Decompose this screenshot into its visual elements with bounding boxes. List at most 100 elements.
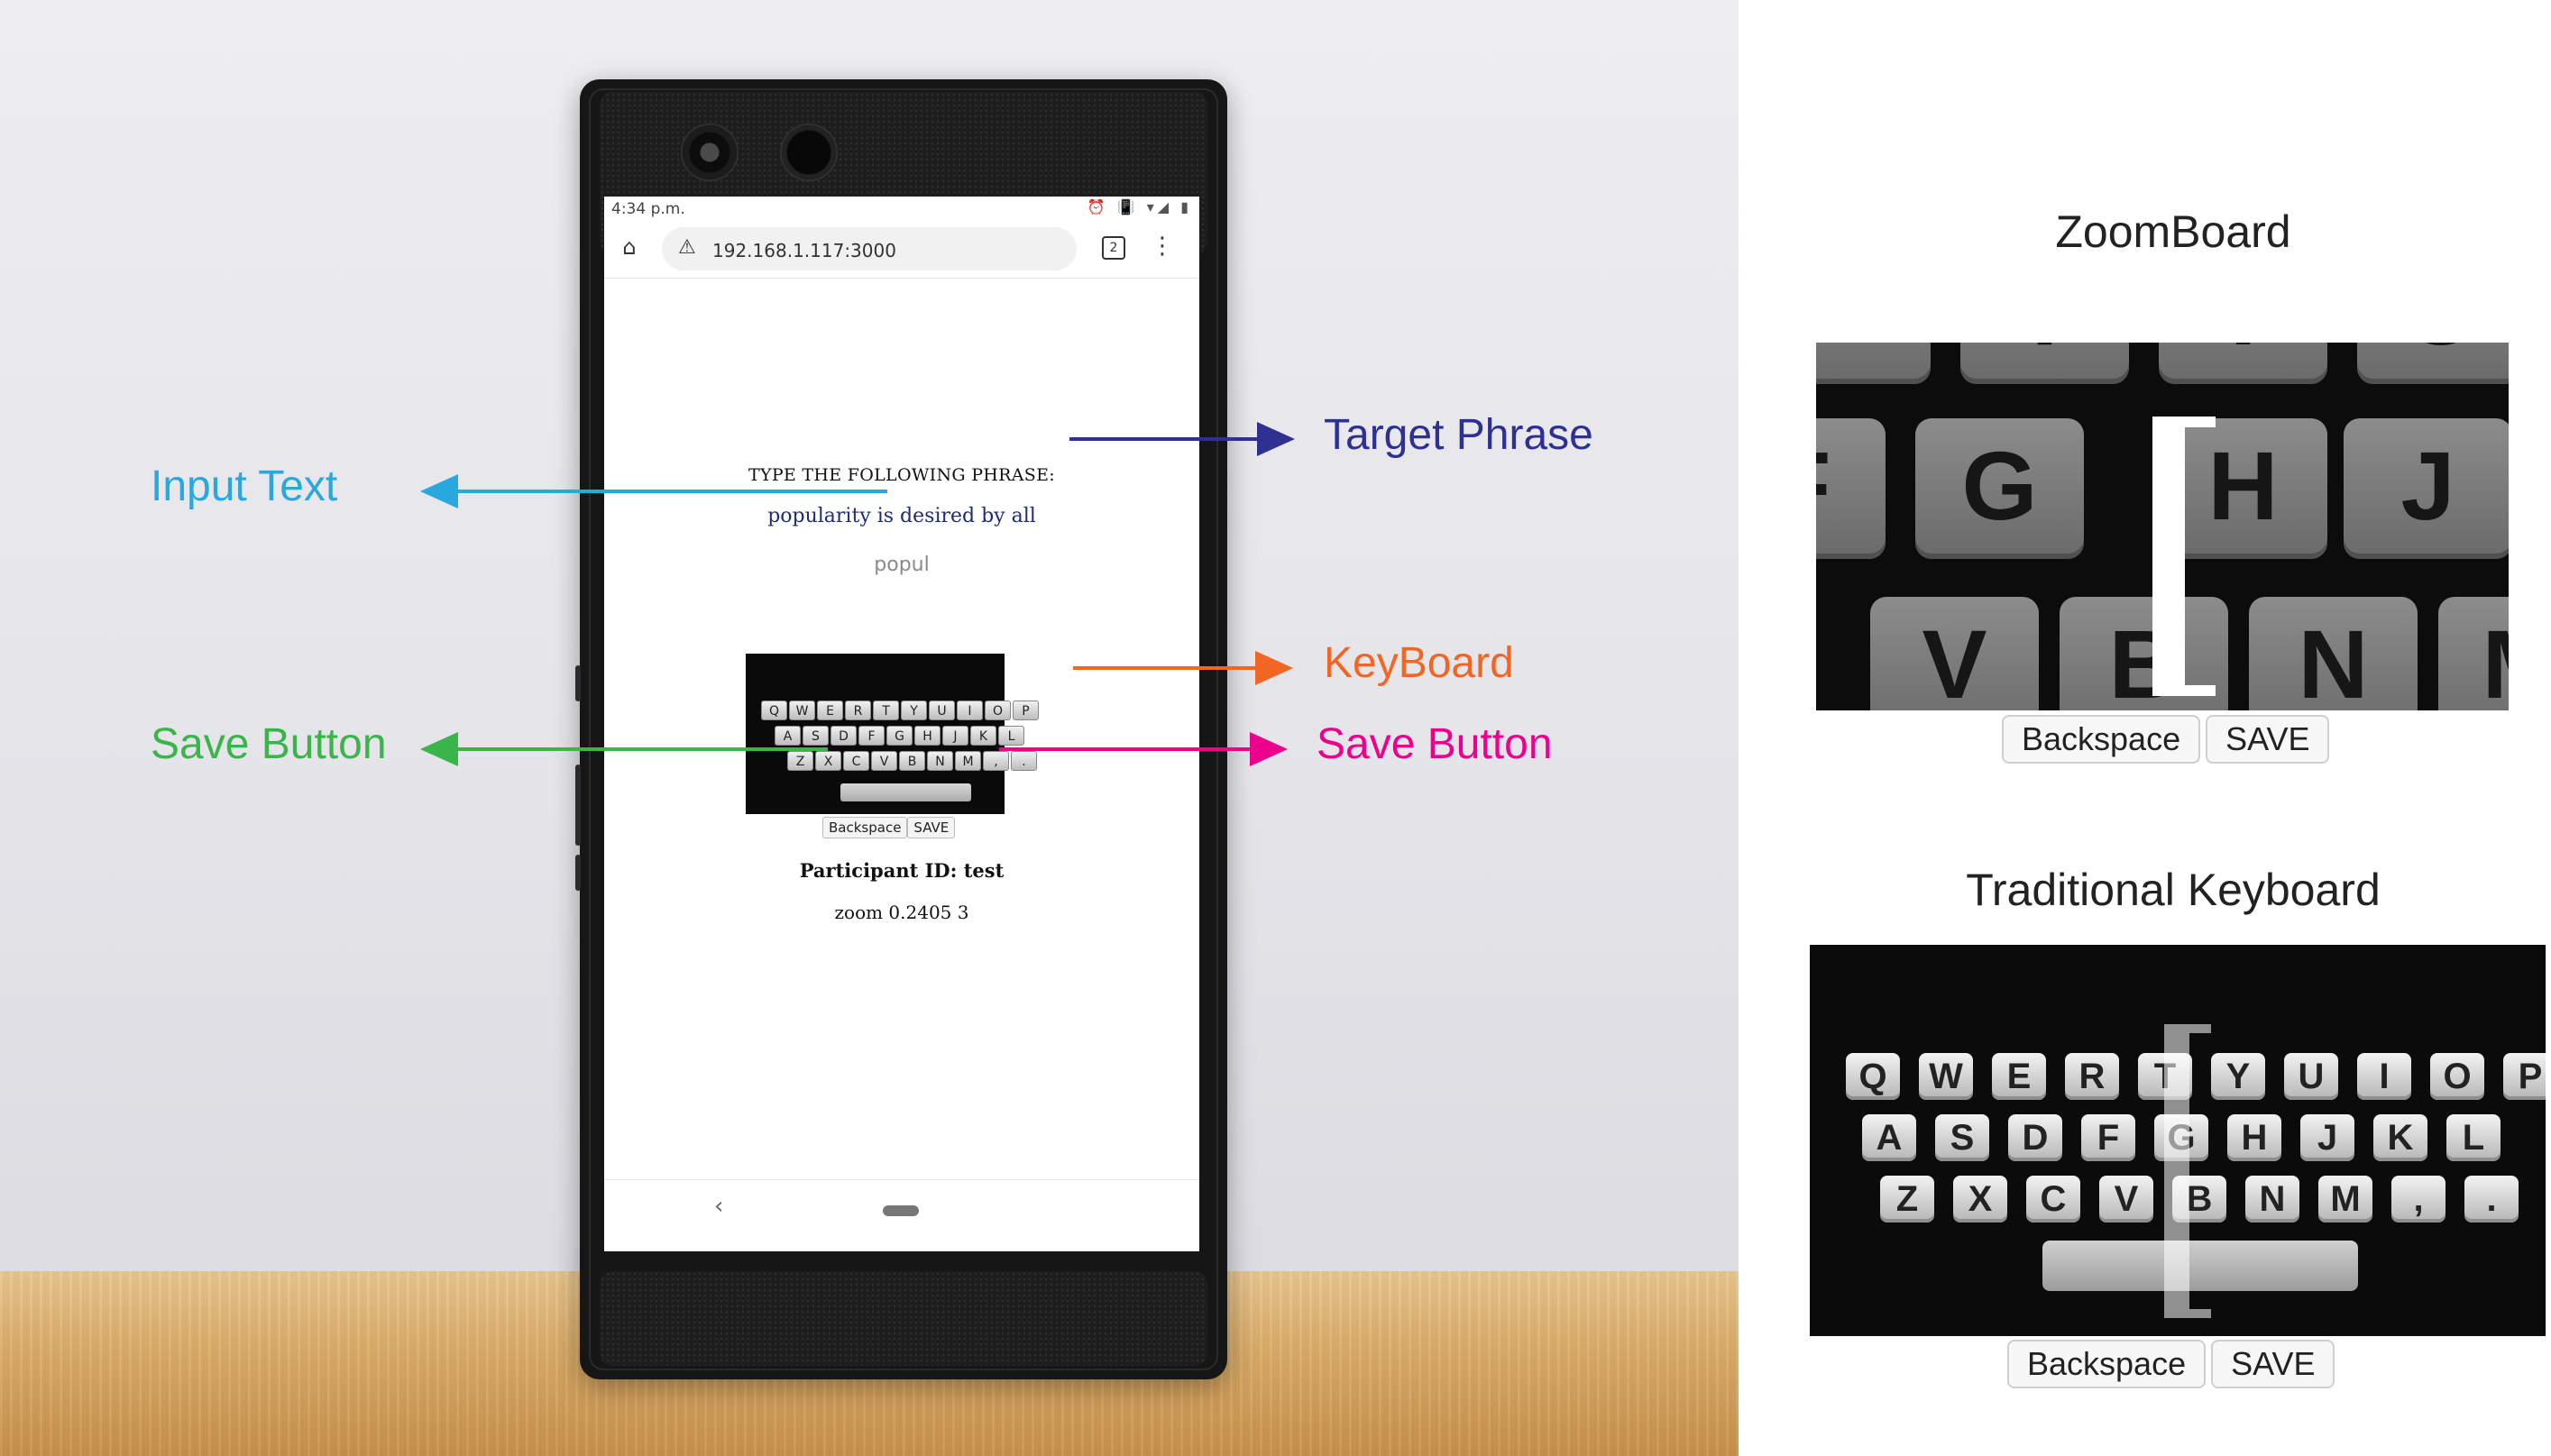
zoom-key[interactable]: M xyxy=(2438,597,2509,710)
keyboard-key[interactable]: W xyxy=(789,701,815,720)
space-key[interactable] xyxy=(840,783,971,801)
status-icons: ⏰ 📳 ▾◢ ▮ xyxy=(1087,198,1192,215)
zoom-key[interactable]: U xyxy=(2357,343,2509,384)
zoom-key[interactable]: Y xyxy=(2159,343,2327,384)
input-text-label: Input Text xyxy=(151,462,338,510)
keyboard-key[interactable]: G xyxy=(886,726,913,746)
zoom-key[interactable]: F xyxy=(1816,418,1886,559)
keyboard-key[interactable]: J xyxy=(942,726,968,746)
traditional-key[interactable]: , xyxy=(2391,1176,2445,1222)
save-button[interactable]: SAVE xyxy=(907,817,956,838)
browser-toolbar: ⌂ ⚠ 192.168.1.117:3000 2 ⋮ xyxy=(604,222,1199,279)
traditional-key[interactable]: J xyxy=(2300,1114,2354,1161)
side-button-lower xyxy=(575,855,581,891)
keyboard-key[interactable]: X xyxy=(815,751,841,771)
keyboard-key[interactable]: V xyxy=(871,751,897,771)
keyboard-key[interactable]: E xyxy=(817,701,843,720)
traditional-key[interactable]: N xyxy=(2245,1176,2299,1222)
keyboard-key[interactable]: K xyxy=(970,726,996,746)
traditional-key[interactable]: . xyxy=(2464,1176,2519,1222)
zoom-key[interactable]: T xyxy=(1960,343,2129,384)
keyboard-key[interactable]: H xyxy=(914,726,941,746)
save-button-right-label: Save Button xyxy=(1317,720,1553,768)
tabs-count-icon[interactable]: 2 xyxy=(1102,236,1125,260)
traditional-key[interactable]: Y xyxy=(2211,1053,2265,1100)
traditional-key[interactable]: D xyxy=(2008,1114,2062,1161)
zoom-key[interactable]: J xyxy=(2344,418,2509,559)
save-button-left-arrow xyxy=(454,747,828,751)
side-button xyxy=(575,665,581,701)
traditional-key[interactable]: F xyxy=(2081,1114,2135,1161)
keyboard-key[interactable]: B xyxy=(899,751,925,771)
zoom-key[interactable] xyxy=(1816,343,1931,384)
keyboard-row: ZXCVBNM,. xyxy=(787,751,1037,771)
zoomboard-keyboard[interactable]: T Y U F G H J V B N M xyxy=(1816,343,2509,710)
zoom-key[interactable]: G xyxy=(1915,418,2084,559)
traditional-key[interactable]: H xyxy=(2227,1114,2281,1161)
keyboard-key[interactable]: , xyxy=(983,751,1009,771)
keyboard-key[interactable]: Z xyxy=(787,751,813,771)
keyboard-key[interactable]: O xyxy=(985,701,1011,720)
input-text-arrow xyxy=(454,490,887,493)
traditional-key[interactable]: M xyxy=(2318,1176,2372,1222)
camera-lens-icon xyxy=(681,124,739,181)
target-phrase-arrowhead xyxy=(1257,422,1295,456)
keyboard-key[interactable]: . xyxy=(1011,751,1037,771)
traditional-key[interactable]: Q xyxy=(1846,1053,1900,1100)
traditional-key[interactable]: U xyxy=(2284,1053,2338,1100)
keyboard-key[interactable]: C xyxy=(843,751,869,771)
backspace-button[interactable]: Backspace xyxy=(822,817,908,838)
save-button-left-arrowhead xyxy=(420,732,458,766)
traditional-space-key[interactable] xyxy=(2042,1241,2358,1291)
traditional-key[interactable]: Z xyxy=(1880,1176,1934,1222)
keyboard-key[interactable]: M xyxy=(955,751,981,771)
traditional-key[interactable]: K xyxy=(2373,1114,2427,1161)
keyboard-key[interactable]: L xyxy=(998,726,1024,746)
zoom-key[interactable]: V xyxy=(1870,597,2039,710)
back-icon[interactable]: ‹ xyxy=(714,1193,723,1220)
keyboard-key[interactable]: P xyxy=(1013,701,1039,720)
zoomboard-backspace-button[interactable]: Backspace xyxy=(2002,715,2201,764)
traditional-save-button[interactable]: SAVE xyxy=(2211,1340,2335,1388)
keyboard-key[interactable]: S xyxy=(803,726,829,746)
keyboard-key[interactable]: F xyxy=(858,726,885,746)
onscreen-keyboard[interactable]: QWERTYUIOP ASDFGHJKL ZXCVBNM,. xyxy=(746,654,1039,814)
smartphone: 4:34 p.m. ⏰ 📳 ▾◢ ▮ ⌂ ⚠ 192.168.1.117:300… xyxy=(575,79,1227,1379)
traditional-buttons: Backspace SAVE xyxy=(2007,1340,2335,1388)
keyboard-key[interactable]: Y xyxy=(901,701,927,720)
typed-input-text[interactable]: popul xyxy=(604,554,1199,576)
address-bar[interactable]: ⚠ 192.168.1.117:3000 xyxy=(662,227,1077,270)
traditional-key[interactable]: P xyxy=(2503,1053,2546,1100)
traditional-key[interactable]: A xyxy=(1862,1114,1916,1161)
traditional-key[interactable]: L xyxy=(2446,1114,2501,1161)
keyboard-key[interactable]: Q xyxy=(761,701,787,720)
zoomboard-buttons: Backspace SAVE xyxy=(2002,715,2330,764)
traditional-key[interactable]: W xyxy=(1919,1053,1973,1100)
traditional-key[interactable]: I xyxy=(2357,1053,2411,1100)
traditional-key[interactable]: O xyxy=(2430,1053,2484,1100)
keyboard-key[interactable]: N xyxy=(927,751,953,771)
home-icon[interactable]: ⌂ xyxy=(617,234,642,260)
traditional-backspace-button[interactable]: Backspace xyxy=(2007,1340,2207,1388)
keyboard-key[interactable]: D xyxy=(830,726,857,746)
keyboard-key[interactable]: A xyxy=(775,726,801,746)
keyboard-key[interactable]: T xyxy=(873,701,899,720)
keyboard-key[interactable]: U xyxy=(929,701,955,720)
traditional-key[interactable]: R xyxy=(2065,1053,2119,1100)
home-pill-icon[interactable] xyxy=(883,1205,919,1216)
traditional-key[interactable]: V xyxy=(2099,1176,2153,1222)
phone-screen: 4:34 p.m. ⏰ 📳 ▾◢ ▮ ⌂ ⚠ 192.168.1.117:300… xyxy=(604,197,1199,1251)
zoom-cursor-bracket-top xyxy=(2185,417,2216,427)
keyboard-arrowhead xyxy=(1255,651,1293,685)
overflow-menu-icon[interactable]: ⋮ xyxy=(1151,233,1174,260)
traditional-keyboard[interactable]: QWERTYUIOPASDFGHJKLZXCVBNM,. xyxy=(1810,945,2546,1336)
keyboard-key[interactable]: R xyxy=(845,701,871,720)
traditional-key[interactable]: E xyxy=(1992,1053,2046,1100)
traditional-cursor-bracket-top xyxy=(2189,1024,2211,1033)
zoom-key[interactable]: N xyxy=(2249,597,2418,710)
zoomboard-save-button[interactable]: SAVE xyxy=(2206,715,2330,764)
traditional-key[interactable]: S xyxy=(1935,1114,1989,1161)
traditional-key[interactable]: X xyxy=(1953,1176,2007,1222)
keyboard-key[interactable]: I xyxy=(957,701,983,720)
traditional-key[interactable]: C xyxy=(2026,1176,2080,1222)
